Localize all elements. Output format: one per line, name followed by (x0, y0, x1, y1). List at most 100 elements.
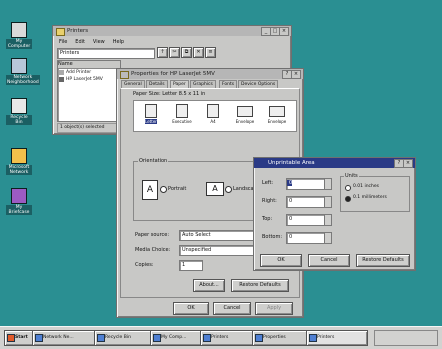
portrait-radio[interactable] (160, 186, 167, 193)
landscape-radio[interactable] (225, 186, 232, 193)
printers-menu-bar: File Edit View Help (59, 38, 130, 45)
landscape-icon: A (206, 182, 224, 196)
computer-icon (11, 22, 27, 38)
paper-sheet-icon (176, 104, 188, 118)
right-margin-spinner[interactable] (324, 197, 331, 207)
media-choice-label: Media Choice: (135, 247, 171, 253)
orientation-label: Orientation (138, 158, 169, 164)
properties-title-bar[interactable]: Properties for HP LaserJet 5MV ? × (117, 69, 303, 79)
bottom-margin-input[interactable]: 0 (286, 232, 332, 244)
view-button[interactable]: ≡ (205, 47, 216, 58)
copies-label: Copies: (135, 262, 154, 268)
desktop-icon-recycle-bin[interactable]: Recycle Bin (6, 98, 32, 125)
taskbar-button[interactable]: Properties (252, 330, 314, 346)
paper-option-label: A4 (210, 119, 216, 124)
paper-option-executive[interactable]: Executive (168, 104, 196, 125)
desktop-icon-briefcase[interactable]: My Briefcase (6, 188, 32, 215)
margins-title-bar[interactable]: Unprintable Area ? × (254, 158, 415, 168)
properties-title: Properties for HP LaserJet 5MV (131, 71, 215, 77)
list-item[interactable]: Add Printer (58, 69, 120, 76)
portrait-icon: A (142, 180, 158, 200)
left-margin-input[interactable]: 0 (286, 178, 332, 190)
unit-mm-radio[interactable] (345, 196, 351, 202)
printer-icon (203, 334, 211, 342)
list-item[interactable]: HP LaserJet 5MV (58, 76, 120, 83)
paper-source-value: Auto Select (182, 232, 211, 238)
desktop-icon-label: Microsoft Network (6, 165, 32, 175)
cancel-button[interactable]: Cancel (213, 302, 251, 315)
top-margin-input[interactable]: 0 (286, 214, 332, 226)
apply-button[interactable]: Apply (255, 302, 293, 315)
paper-option-a4[interactable]: A4 (200, 104, 226, 125)
taskbar-button[interactable]: Recycle Bin (94, 330, 158, 346)
margins-cancel-button[interactable]: Cancel (308, 254, 350, 267)
paper-option-envelope-2[interactable]: Envelope (262, 104, 292, 125)
msn-icon (11, 148, 27, 164)
left-margin-spinner[interactable] (324, 179, 331, 189)
printer-icon (255, 334, 263, 342)
briefcase-icon (11, 188, 27, 204)
taskbar-button-label: Properties (263, 335, 286, 340)
unit-mm-label: 0.1 millimeters (353, 195, 387, 200)
taskbar-button-label: Network Ne... (43, 335, 74, 340)
close-button[interactable]: × (403, 159, 413, 168)
paper-sheet-icon (207, 104, 219, 118)
recycle-bin-icon (11, 98, 27, 114)
right-margin-input[interactable]: 0 (286, 196, 332, 208)
list-item-label: Add Printer (66, 70, 92, 75)
printer-icon (59, 77, 64, 82)
top-margin-value: 0 (289, 216, 293, 222)
desktop-icon-label: Network Neighborhood (6, 75, 40, 85)
paper-source-select[interactable]: Auto Select (179, 230, 257, 241)
taskbar-button-label: Printers (211, 335, 229, 340)
media-choice-value: Unspecified (182, 247, 212, 253)
taskbar-button-label: Recycle Bin (105, 335, 131, 340)
top-margin-spinner[interactable] (324, 215, 331, 225)
up-folder-button[interactable]: ↑ (157, 47, 168, 58)
close-button[interactable]: × (279, 27, 289, 36)
paper-option-envelope-1[interactable]: Envelope (230, 104, 260, 125)
menu-file[interactable]: File (59, 39, 67, 45)
units-label: Units (344, 173, 359, 179)
margins-ok-button[interactable]: OK (260, 254, 302, 267)
desktop-icon-my-computer[interactable]: My Computer (6, 22, 32, 49)
menu-view[interactable]: View (93, 39, 105, 45)
cut-button[interactable]: ✂ (169, 47, 180, 58)
list-header[interactable]: Name (58, 61, 120, 69)
copies-input[interactable]: 1 (179, 260, 203, 271)
close-button[interactable]: × (291, 70, 301, 79)
taskbar-button[interactable]: Printers (306, 330, 368, 346)
address-combo[interactable]: Printers (57, 48, 155, 59)
paper-option-letter[interactable]: Letter (138, 104, 164, 125)
unit-inches-radio[interactable] (345, 185, 351, 191)
paper-option-label: Letter (145, 119, 157, 124)
units-group: Units 0.01 inches 0.1 millimeters (340, 173, 410, 212)
add-printer-icon (59, 70, 64, 75)
copy-button[interactable]: ⧉ (181, 47, 192, 58)
desktop-icon-label: My Computer (6, 39, 32, 49)
taskbar-button[interactable]: Printers (200, 330, 260, 346)
restore-defaults-button[interactable]: Restore Defaults (231, 279, 289, 292)
network-icon (35, 334, 43, 342)
folder-icon (56, 28, 65, 36)
right-margin-value: 0 (289, 198, 293, 204)
unprintable-area-dialog: Unprintable Area ? × Left: 0 Right: 0 To… (253, 157, 416, 271)
desktop-icon-network[interactable]: Network Neighborhood (6, 58, 40, 85)
recycle-bin-icon (97, 334, 105, 342)
printers-title-bar[interactable]: Printers _ □ × (53, 26, 291, 36)
paper-size-strip: Letter Executive A4 Envelope Envelope (133, 100, 297, 132)
bottom-margin-spinner[interactable] (324, 233, 331, 243)
taskbar-button[interactable]: Network Ne... (32, 330, 102, 346)
network-icon (11, 58, 27, 74)
taskbar-button-label: Printers (317, 335, 335, 340)
ok-button[interactable]: OK (173, 302, 209, 315)
menu-edit[interactable]: Edit (75, 39, 85, 45)
left-margin-value: 0 (287, 180, 293, 186)
media-choice-select[interactable]: Unspecified (179, 245, 257, 256)
top-margin-label: Top: (262, 216, 273, 222)
about-button[interactable]: About... (193, 279, 225, 292)
delete-button[interactable]: ✕ (193, 47, 204, 58)
menu-help[interactable]: Help (113, 39, 124, 45)
desktop-icon-msn[interactable]: Microsoft Network (6, 148, 32, 175)
margins-restore-defaults-button[interactable]: Restore Defaults (356, 254, 410, 267)
